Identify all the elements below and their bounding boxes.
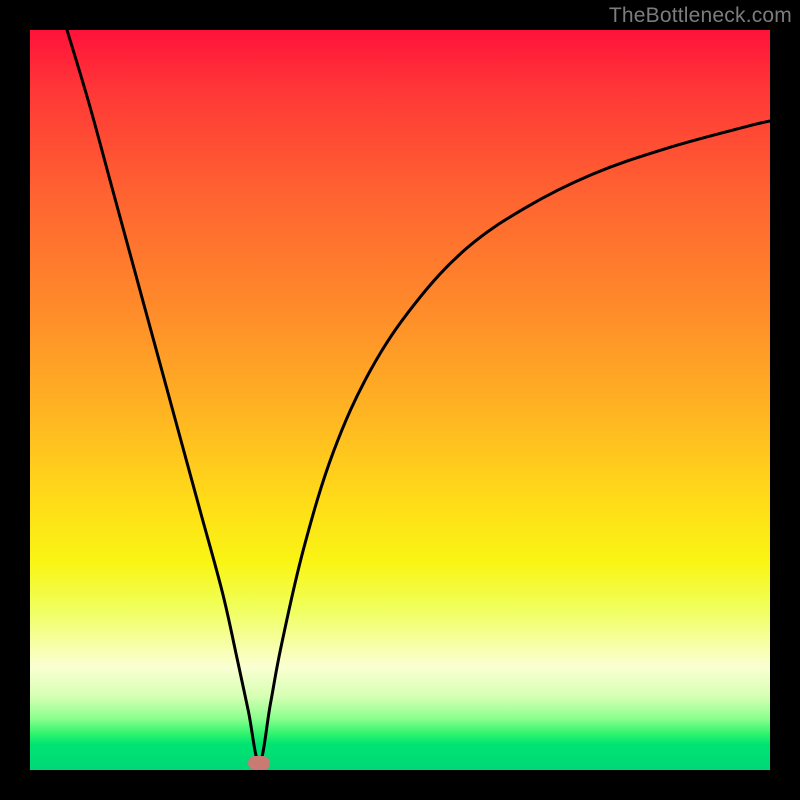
watermark-text: TheBottleneck.com xyxy=(609,4,792,28)
optimal-point-marker xyxy=(248,756,270,770)
curve-svg xyxy=(30,30,770,770)
bottleneck-curve xyxy=(67,30,770,763)
chart-frame: TheBottleneck.com xyxy=(0,0,800,800)
